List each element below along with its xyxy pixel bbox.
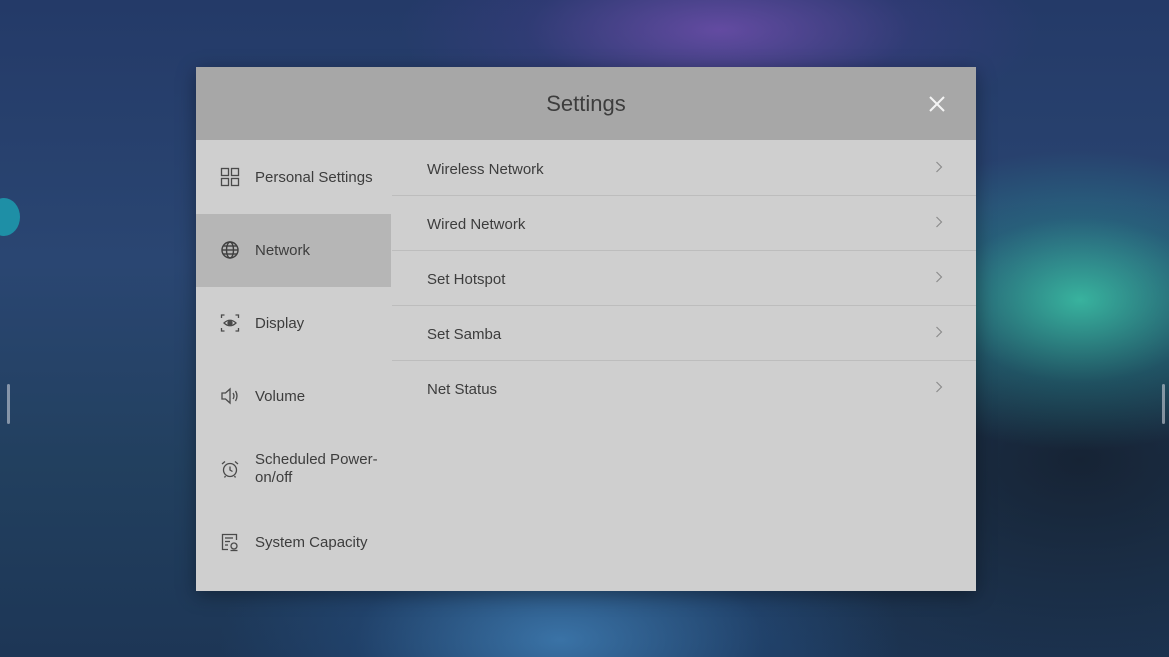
sidebar-item-label: Volume	[255, 388, 306, 405]
menu-row-set-hotspot[interactable]: Set Hotspot	[392, 251, 976, 306]
right-edge-handle[interactable]	[1162, 384, 1165, 424]
sidebar-item-label: Personal Settings	[255, 169, 373, 186]
sidebar-item-personal-settings[interactable]: Personal Settings	[196, 141, 391, 214]
chevron-right-icon	[933, 269, 945, 285]
sidebar-item-label: Scheduled Power-on/off	[255, 451, 378, 486]
menu-row-wireless-network[interactable]: Wireless Network	[392, 141, 976, 196]
close-button[interactable]	[924, 91, 950, 117]
close-icon	[929, 96, 945, 112]
menu-row-net-status[interactable]: Net Status	[392, 361, 976, 416]
menu-row-label: Wireless Network	[427, 161, 544, 178]
sidebar-item-label: System Capacity	[255, 534, 368, 551]
speaker-icon	[220, 386, 240, 406]
menu-row-set-samba[interactable]: Set Samba	[392, 306, 976, 361]
sidebar-item-label: Network	[255, 242, 311, 259]
sidebar-item-scheduled-power[interactable]: Scheduled Power-on/off	[196, 433, 391, 506]
grid-icon	[220, 167, 240, 187]
chevron-right-icon	[933, 214, 945, 230]
dialog-title: Settings	[546, 91, 626, 116]
network-settings-list: Wireless Network Wired Network Set Hotsp…	[392, 141, 976, 591]
menu-row-label: Set Samba	[427, 326, 502, 343]
floating-side-button[interactable]	[0, 198, 20, 236]
left-edge-handle[interactable]	[7, 384, 10, 424]
menu-row-label: Set Hotspot	[427, 271, 506, 288]
settings-sidebar: Personal Settings Network Display Volume…	[196, 141, 391, 591]
alarm-clock-icon	[220, 459, 240, 479]
sidebar-item-system-capacity[interactable]: System Capacity	[196, 506, 391, 579]
chevron-right-icon	[933, 379, 945, 395]
storage-icon	[220, 532, 240, 552]
menu-row-label: Net Status	[427, 381, 498, 398]
eye-icon	[220, 313, 240, 333]
sidebar-item-volume[interactable]: Volume	[196, 360, 391, 433]
sidebar-item-display[interactable]: Display	[196, 287, 391, 360]
chevron-right-icon	[933, 324, 945, 340]
sidebar-item-network[interactable]: Network	[196, 214, 391, 287]
settings-dialog: Settings Personal Settings Network Displ…	[196, 67, 976, 591]
chevron-right-icon	[933, 159, 945, 175]
sidebar-item-label: Display	[255, 315, 305, 332]
desktop-background: Settings Personal Settings Network Displ…	[0, 0, 1169, 657]
globe-icon	[220, 240, 240, 260]
menu-row-label: Wired Network	[427, 216, 526, 233]
dialog-header: Settings	[196, 67, 976, 140]
menu-row-wired-network[interactable]: Wired Network	[392, 196, 976, 251]
